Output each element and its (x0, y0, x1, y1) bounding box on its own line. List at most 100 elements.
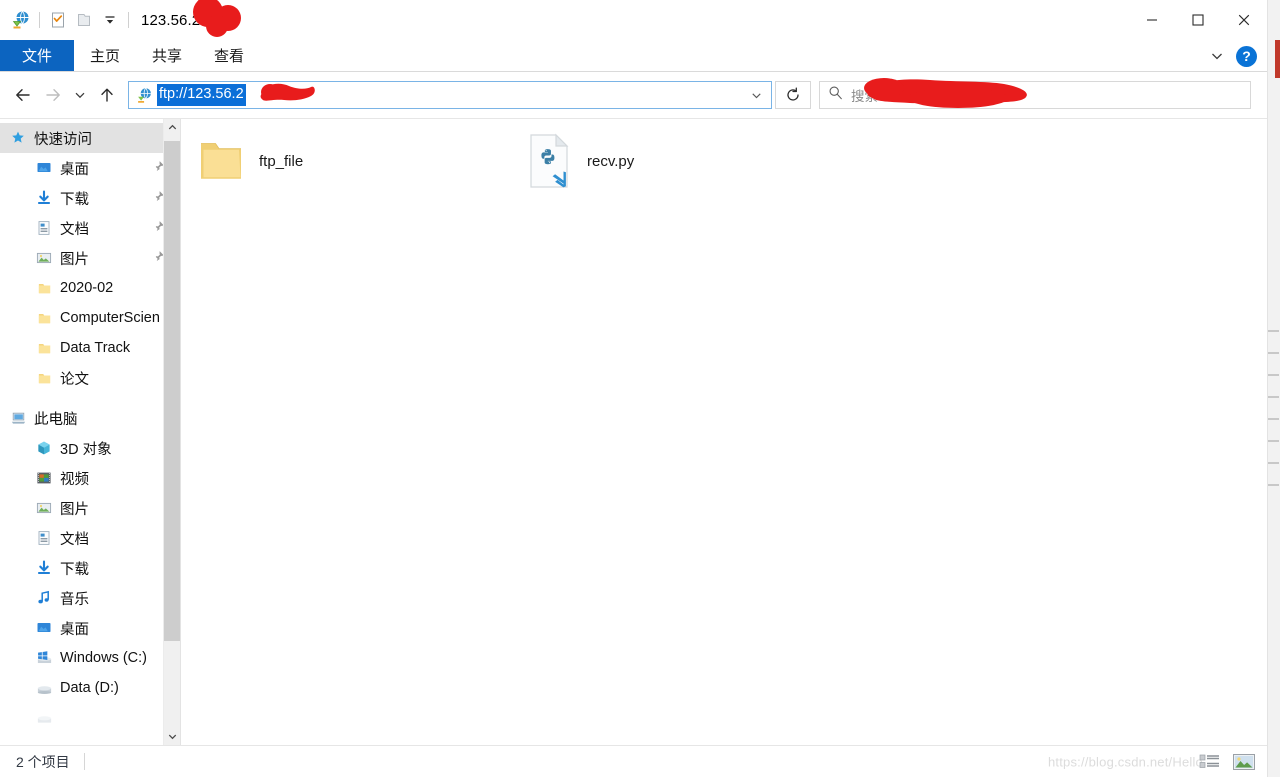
background-line (1268, 484, 1279, 486)
scroll-down-arrow-icon[interactable] (164, 728, 180, 745)
downloads-icon (34, 188, 54, 208)
tab-view[interactable]: 查看 (198, 40, 260, 71)
3d-objects-icon (34, 438, 54, 458)
sidebar-item-videos[interactable]: 视频 (0, 463, 180, 493)
expand-ribbon-chevron-icon[interactable] (1204, 43, 1230, 69)
drive-icon (34, 708, 54, 728)
sidebar-item-pictures[interactable]: 图片 (0, 243, 180, 273)
sidebar-item-quick-access[interactable]: 快速访问 (0, 123, 180, 153)
customize-qat-chevron-icon[interactable] (97, 7, 123, 33)
background-line (1268, 330, 1279, 332)
background-line (1268, 396, 1279, 398)
sidebar-item-windows-c[interactable]: Windows (C:) (0, 643, 180, 673)
videos-icon (34, 468, 54, 488)
sidebar-item-downloads-pc[interactable]: 下载 (0, 553, 180, 583)
search-icon (828, 85, 843, 105)
details-view-button[interactable] (1197, 751, 1223, 773)
sidebar-label: 2020-02 (60, 280, 114, 296)
sidebar-label: ComputerScien (60, 310, 160, 326)
background-line (1268, 374, 1279, 376)
address-bar[interactable]: ftp://123.56.2 (128, 81, 772, 109)
ribbon-right-controls: ? (1204, 40, 1263, 72)
sidebar-label: 视频 (60, 471, 89, 488)
pictures-icon (34, 498, 54, 518)
properties-icon[interactable] (45, 7, 71, 33)
sidebar-item-desktop[interactable]: 桌面 (0, 153, 180, 183)
forward-button[interactable] (38, 80, 68, 110)
ftp-site-icon[interactable] (8, 7, 34, 33)
search-box[interactable]: 搜索 (819, 81, 1251, 109)
sidebar-item-papers[interactable]: 论文 (0, 363, 180, 393)
folder-icon (34, 308, 54, 328)
item-count-label: 2 个项目 (16, 753, 70, 770)
sidebar-label: 此电脑 (34, 411, 78, 428)
sidebar-item-music[interactable]: 音乐 (0, 583, 180, 613)
sidebar-label: 下载 (60, 561, 89, 578)
sidebar-item-documents[interactable]: 文档 (0, 213, 180, 243)
drive-icon (34, 678, 54, 698)
status-bar: 2 个项目 https://blog.csdn.net/Hello (0, 745, 1267, 777)
window-title: 123.56.2 (141, 11, 201, 29)
file-list-pane[interactable]: ftp_file recv.py (181, 119, 1267, 745)
background-line (1268, 418, 1279, 420)
python-vscode-file-icon (523, 133, 575, 189)
sidebar-label: Data (D:) (60, 680, 119, 696)
folder-icon (195, 133, 247, 189)
sidebar-item-desktop-pc[interactable]: 桌面 (0, 613, 180, 643)
star-pin-icon (8, 128, 28, 148)
quick-access-toolbar: 123.56.2 (0, 7, 200, 33)
sidebar-label: 音乐 (60, 591, 89, 608)
documents-icon (34, 218, 54, 238)
file-item-ftp_file[interactable]: ftp_file (195, 129, 303, 193)
recent-locations-chevron-icon[interactable] (68, 80, 92, 110)
desktop-icon (34, 618, 54, 638)
sidebar-item-pictures-pc[interactable]: 图片 (0, 493, 180, 523)
watermark-text: https://blog.csdn.net/Hello (1048, 754, 1203, 769)
tab-share[interactable]: 共享 (136, 40, 198, 71)
help-button[interactable]: ? (1236, 45, 1257, 67)
sidebar-label: 3D 对象 (60, 441, 112, 458)
view-toggle-group (1197, 746, 1257, 777)
sidebar-label: Data Track (60, 340, 131, 356)
sidebar-label: 文档 (60, 531, 89, 548)
desktop-icon (34, 158, 54, 178)
address-dropdown-chevron-icon[interactable] (745, 82, 767, 108)
sidebar-item-this-pc[interactable]: 此电脑 (0, 403, 180, 433)
sidebar-label: 桌面 (60, 161, 89, 178)
sidebar-scrollbar[interactable] (163, 119, 180, 745)
refresh-button[interactable] (775, 81, 811, 109)
sidebar-label: 论文 (60, 371, 89, 388)
sidebar-item-data-track[interactable]: Data Track (0, 333, 180, 363)
sidebar-item-2020-02[interactable]: 2020-02 (0, 273, 180, 303)
sidebar-label: 图片 (60, 501, 89, 518)
tab-file[interactable]: 文件 (0, 40, 74, 71)
new-folder-icon[interactable] (71, 7, 97, 33)
maximize-button[interactable] (1175, 0, 1221, 40)
close-button[interactable] (1221, 0, 1267, 40)
tab-home[interactable]: 主页 (74, 40, 136, 71)
file-item-recv-py[interactable]: recv.py (523, 129, 634, 193)
sidebar-scroll-thumb[interactable] (164, 141, 180, 641)
downloads-icon (34, 558, 54, 578)
background-window-strip (1266, 0, 1280, 777)
folder-icon (34, 368, 54, 388)
sidebar-label: 桌面 (60, 621, 89, 638)
title-bar: 123.56.2 (0, 0, 1267, 40)
ribbon-tab-strip: 文件 主页 共享 查看 ? (0, 40, 1267, 72)
minimize-button[interactable] (1129, 0, 1175, 40)
scroll-up-arrow-icon[interactable] (164, 119, 180, 136)
sidebar-item-documents-pc[interactable]: 文档 (0, 523, 180, 553)
sidebar-item-clipped[interactable] (0, 703, 180, 733)
sidebar-item-3d-objects[interactable]: 3D 对象 (0, 433, 180, 463)
large-icons-view-button[interactable] (1231, 751, 1257, 773)
sidebar-item-data-d[interactable]: Data (D:) (0, 673, 180, 703)
sidebar-item-computerscience[interactable]: ComputerScien (0, 303, 180, 333)
address-input[interactable]: ftp://123.56.2 (157, 84, 246, 106)
back-button[interactable] (8, 80, 38, 110)
up-button[interactable] (92, 80, 122, 110)
file-name-label: ftp_file (259, 152, 304, 170)
documents-icon (34, 528, 54, 548)
sidebar-item-downloads[interactable]: 下载 (0, 183, 180, 213)
sidebar-label: 快速访问 (34, 131, 92, 148)
qat-separator (128, 12, 129, 28)
